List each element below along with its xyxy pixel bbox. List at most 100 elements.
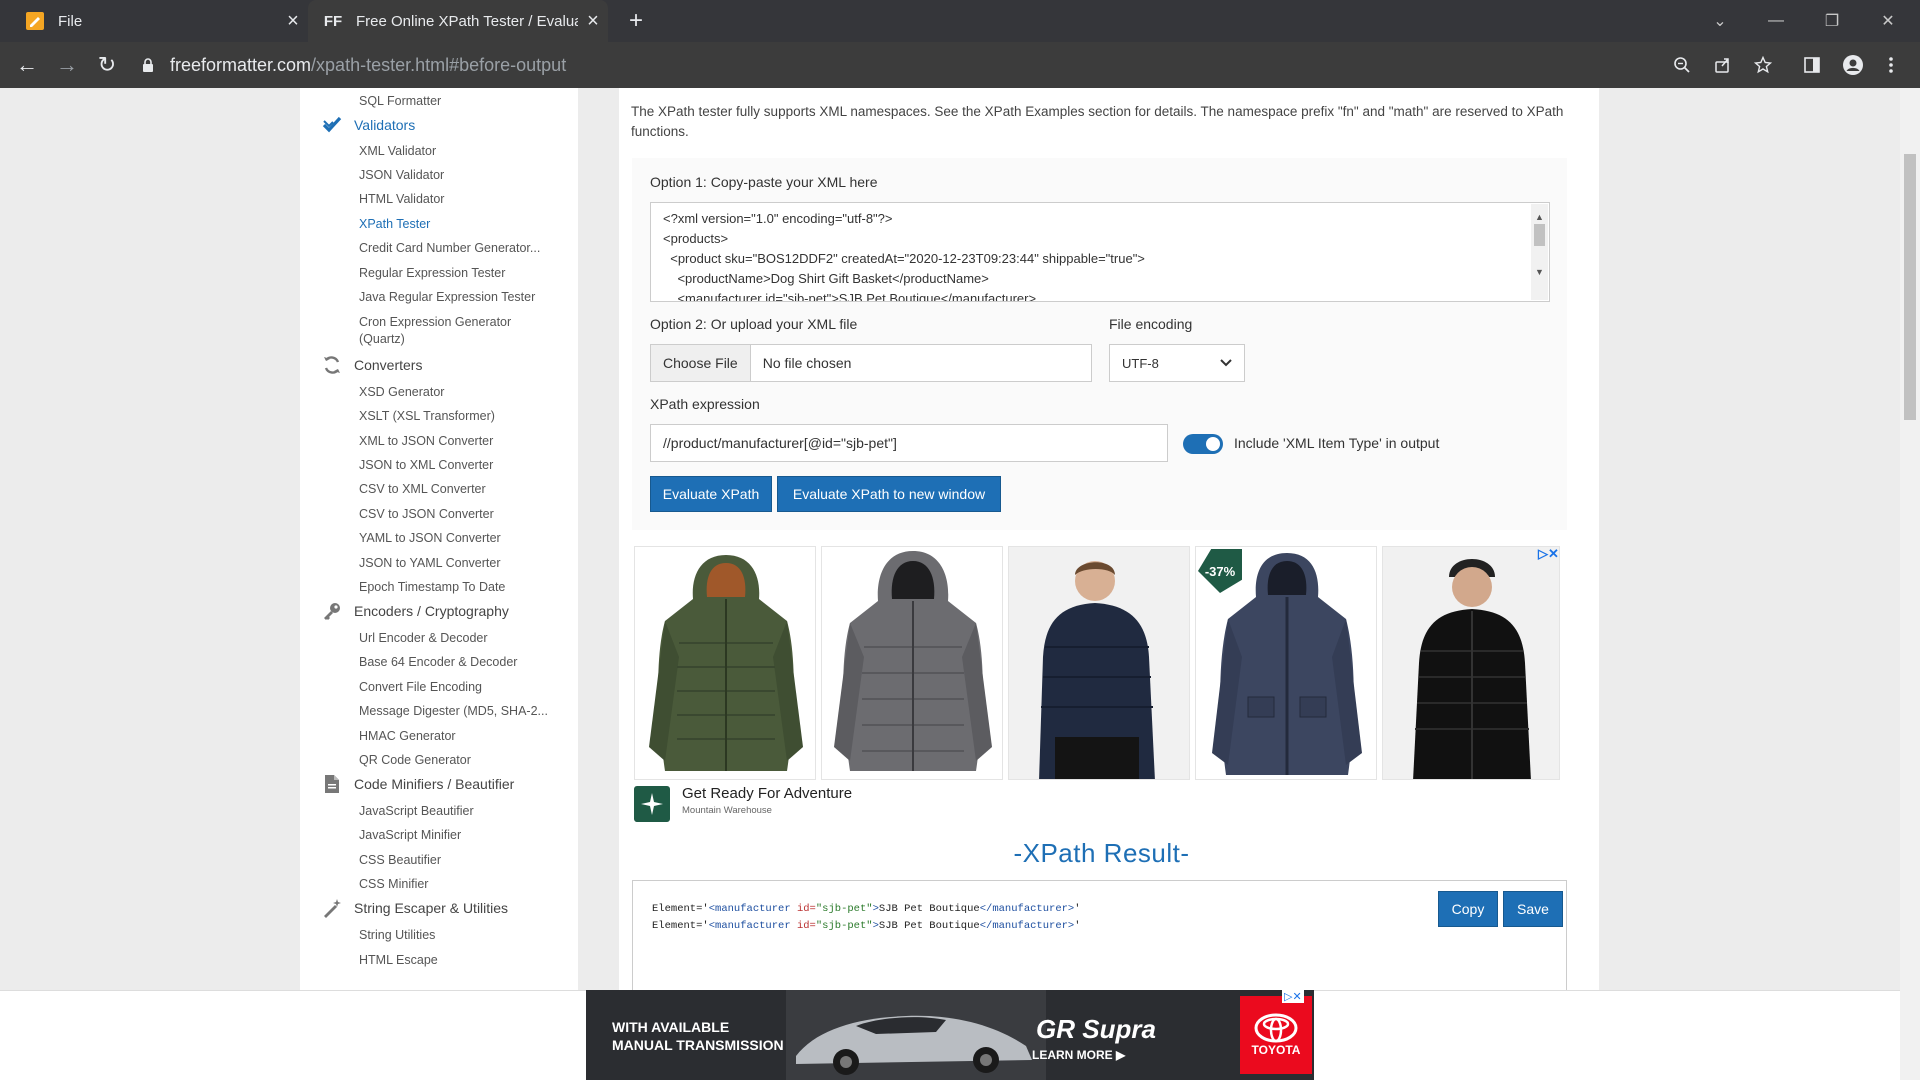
tab-search-chevron-icon[interactable]: ⌄ bbox=[1692, 0, 1748, 42]
sidebar-category-converters[interactable]: Converters bbox=[320, 354, 422, 376]
tab-file[interactable]: File × bbox=[0, 0, 308, 42]
intro-text: The XPath tester fully supports XML name… bbox=[631, 104, 1564, 139]
ad-product-man-black-jacket[interactable] bbox=[1382, 546, 1560, 780]
sidebar-item-xml-to-json[interactable]: XML to JSON Converter bbox=[359, 434, 559, 448]
toyota-brand-text: TOYOTA bbox=[1251, 1043, 1301, 1057]
sidebar-item-convert-encoding[interactable]: Convert File Encoding bbox=[359, 680, 559, 694]
sidebar-category-label: Validators bbox=[354, 117, 416, 133]
ad-product-grey-jacket[interactable] bbox=[821, 546, 1003, 780]
sidebar-item-xml-validator[interactable]: XML Validator bbox=[359, 144, 559, 158]
xml-input-textarea[interactable]: <?xml version="1.0" encoding="utf-8"?> <… bbox=[650, 202, 1550, 302]
share-icon[interactable] bbox=[1708, 50, 1738, 80]
tab-close-icon[interactable]: × bbox=[578, 10, 608, 33]
sidebar-category-minifiers[interactable]: Code Minifiers / Beautifier bbox=[320, 773, 514, 795]
xml-line: <product sku="BOS12DDF2" createdAt="2020… bbox=[663, 251, 1145, 266]
toyota-supra-ad[interactable]: WITH AVAILABLE MANUAL TRANSMISSION GR Su… bbox=[586, 990, 1314, 1080]
xpath-expression-label: XPath expression bbox=[650, 396, 760, 412]
tab-xpath-tester[interactable]: FF Free Online XPath Tester / Evaluator … bbox=[308, 0, 608, 42]
sidebar-item-message-digester[interactable]: Message Digester (MD5, SHA-2... bbox=[359, 704, 559, 718]
evaluate-xpath-new-window-button[interactable]: Evaluate XPath to new window bbox=[777, 476, 1001, 512]
advertiser-logo-icon bbox=[634, 786, 670, 822]
sidebar-item-string-utilities[interactable]: String Utilities bbox=[359, 928, 559, 942]
sidebar-item-cron-generator[interactable]: Cron Expression Generator bbox=[359, 315, 559, 329]
reload-icon[interactable]: ↻ bbox=[92, 50, 122, 80]
file-encoding-select[interactable]: UTF-8 bbox=[1109, 344, 1245, 382]
ad-choices-icon[interactable]: ▷✕ bbox=[1282, 990, 1304, 1003]
back-arrow-icon[interactable]: ← bbox=[12, 50, 42, 80]
page-scroll-thumb[interactable] bbox=[1904, 154, 1916, 420]
sidebar-item-csv-to-json[interactable]: CSV to JSON Converter bbox=[359, 507, 559, 521]
sidebar-item-xslt[interactable]: XSLT (XSL Transformer) bbox=[359, 409, 559, 423]
sidebar: SQL Formatter Validators XML Validator J… bbox=[300, 88, 578, 1080]
sidebar-item-html-validator[interactable]: HTML Validator bbox=[359, 192, 559, 206]
ff-favicon-icon: FF bbox=[323, 12, 343, 30]
new-tab-plus-icon[interactable]: + bbox=[620, 6, 652, 38]
sidebar-category-validators[interactable]: Validators bbox=[320, 114, 415, 136]
sidebar-item-url-encoder[interactable]: Url Encoder & Decoder bbox=[359, 631, 559, 645]
sidebar-item-json-to-xml[interactable]: JSON to XML Converter bbox=[359, 458, 559, 472]
ad-choices-icon[interactable]: ▷✕ bbox=[1538, 546, 1559, 562]
minimize-icon[interactable]: — bbox=[1748, 0, 1804, 42]
xml-line: <productName>Dog Shirt Gift Basket</prod… bbox=[663, 271, 989, 286]
sidebar-item-xsd-generator[interactable]: XSD Generator bbox=[359, 385, 559, 399]
sidebar-item-js-beautifier[interactable]: JavaScript Beautifier bbox=[359, 804, 559, 818]
ad-headline[interactable]: Get Ready For Adventure bbox=[682, 785, 852, 802]
forward-arrow-icon[interactable]: → bbox=[52, 50, 82, 80]
tab-title: File bbox=[58, 12, 83, 30]
sidebar-item-css-minifier[interactable]: CSS Minifier bbox=[359, 877, 559, 891]
sidebar-item-cron-generator-quartz[interactable]: (Quartz) bbox=[359, 332, 559, 346]
toyota-logo: TOYOTA bbox=[1240, 996, 1312, 1074]
sidebar-item-json-to-yaml[interactable]: JSON to YAML Converter bbox=[359, 556, 559, 570]
sidebar-item-css-beautifier[interactable]: CSS Beautifier bbox=[359, 853, 559, 867]
result-line: Element='<manufacturer id="sjb-pet">SJB … bbox=[652, 903, 1081, 915]
include-item-type-toggle[interactable] bbox=[1183, 434, 1223, 454]
sidebar-item-json-validator[interactable]: JSON Validator bbox=[359, 168, 559, 182]
ad-learn-more-link[interactable]: LEARN MORE ▶ bbox=[1032, 1048, 1125, 1062]
evaluate-xpath-button[interactable]: Evaluate XPath bbox=[650, 476, 772, 512]
sidebar-item-java-regex-tester[interactable]: Java Regular Expression Tester bbox=[359, 290, 559, 304]
sidebar-item-regex-tester[interactable]: Regular Expression Tester bbox=[359, 266, 559, 280]
sidebar-item-qr-code[interactable]: QR Code Generator bbox=[359, 753, 559, 767]
file-encoding-label: File encoding bbox=[1109, 316, 1193, 332]
sidebar-item-sql-formatter[interactable]: SQL Formatter bbox=[359, 94, 559, 108]
sidebar-item-base64[interactable]: Base 64 Encoder & Decoder bbox=[359, 655, 559, 669]
menu-kebab-icon[interactable] bbox=[1876, 50, 1906, 80]
ad-product-green-jacket[interactable] bbox=[634, 546, 816, 780]
sidebar-item-js-minifier[interactable]: JavaScript Minifier bbox=[359, 828, 559, 842]
scroll-down-icon[interactable]: ▼ bbox=[1535, 262, 1544, 282]
sidebar-item-xpath-tester[interactable]: XPath Tester bbox=[359, 217, 559, 231]
sidebar-item-hmac[interactable]: HMAC Generator bbox=[359, 729, 559, 743]
ad-product-navy-parka[interactable]: -37% bbox=[1195, 546, 1377, 780]
jacket-ad[interactable]: -37% ▷✕ Get Ready For Adventure Mountain… bbox=[632, 546, 1567, 824]
copy-button[interactable]: Copy bbox=[1438, 891, 1498, 927]
textarea-scroll-thumb[interactable] bbox=[1534, 224, 1545, 246]
lock-icon bbox=[143, 58, 153, 72]
page-scrollbar[interactable] bbox=[1900, 88, 1920, 1080]
sidebar-category-string-escaper[interactable]: String Escaper & Utilities bbox=[320, 897, 508, 919]
profile-avatar-icon[interactable] bbox=[1838, 50, 1868, 80]
zoom-icon[interactable] bbox=[1667, 50, 1697, 80]
address-bar[interactable]: freeformatter.com/xpath-tester.html#befo… bbox=[140, 48, 1670, 82]
choose-file-button[interactable]: Choose File bbox=[651, 345, 751, 381]
textarea-scrollbar[interactable]: ▲ ▼ bbox=[1531, 204, 1548, 300]
option1-label: Option 1: Copy-paste your XML here bbox=[650, 174, 878, 190]
sidebar-category-encoders[interactable]: Encoders / Cryptography bbox=[320, 600, 509, 622]
sidebar-item-epoch-timestamp[interactable]: Epoch Timestamp To Date bbox=[359, 580, 559, 594]
close-window-icon[interactable]: ✕ bbox=[1860, 0, 1916, 42]
chevron-down-icon bbox=[1220, 359, 1232, 367]
sidebar-item-csv-to-xml[interactable]: CSV to XML Converter bbox=[359, 482, 559, 496]
ad-product-man-navy-jacket[interactable] bbox=[1008, 546, 1190, 780]
tab-close-icon[interactable]: × bbox=[278, 10, 308, 33]
sidebar-item-html-escape[interactable]: HTML Escape bbox=[359, 953, 559, 967]
encoding-value: UTF-8 bbox=[1122, 355, 1159, 371]
save-button[interactable]: Save bbox=[1503, 891, 1563, 927]
side-panel-icon[interactable] bbox=[1797, 50, 1827, 80]
restore-icon[interactable]: ❐ bbox=[1804, 0, 1860, 42]
sidebar-item-credit-card-generator[interactable]: Credit Card Number Generator... bbox=[359, 241, 559, 255]
bookmark-star-icon[interactable] bbox=[1748, 50, 1778, 80]
file-upload-field[interactable]: Choose File No file chosen bbox=[650, 344, 1092, 382]
xpath-expression-input[interactable]: //product/manufacturer[@id="sjb-pet"] bbox=[650, 424, 1168, 462]
main-content: The XPath tester fully supports XML name… bbox=[619, 88, 1599, 1080]
tab-title: Free Online XPath Tester / Evaluator bbox=[356, 12, 578, 30]
sidebar-item-yaml-to-json[interactable]: YAML to JSON Converter bbox=[359, 531, 559, 545]
